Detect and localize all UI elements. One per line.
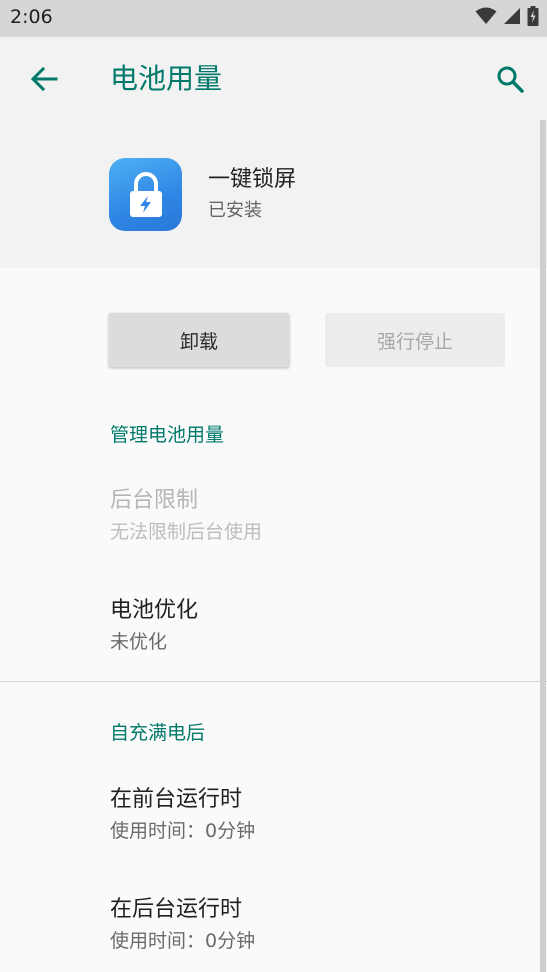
wifi-icon — [475, 7, 497, 29]
pref-summary: 未优化 — [110, 631, 168, 653]
scrollbar[interactable] — [540, 120, 546, 972]
pref-title: 在前台运行时 — [110, 787, 243, 812]
pref-summary: 无法限制后台使用 — [110, 521, 263, 543]
app-header: 电池用量 一键锁屏 已安装 — [0, 37, 547, 268]
pref-title: 在后台运行时 — [110, 897, 243, 922]
pref-battery-optimization[interactable]: 电池优化 未优化 — [0, 585, 537, 665]
search-button[interactable] — [488, 59, 532, 103]
pref-summary: 使用时间：0分钟 — [110, 930, 256, 952]
pref-summary: 使用时间：0分钟 — [110, 820, 256, 842]
page-title: 电池用量 — [110, 62, 223, 95]
back-button[interactable] — [22, 61, 66, 101]
app-install-status: 已安装 — [208, 200, 262, 221]
cellular-signal-icon — [503, 7, 521, 29]
pref-foreground-usage[interactable]: 在前台运行时 使用时间：0分钟 — [0, 774, 537, 854]
section-header-since-full-charge: 自充满电后 — [110, 722, 206, 744]
status-time: 2:06 — [10, 6, 53, 28]
uninstall-button[interactable]: 卸载 — [109, 313, 289, 367]
status-bar: 2:06 — [0, 0, 547, 37]
pref-title: 电池优化 — [110, 598, 199, 623]
arrow-back-icon — [30, 66, 58, 95]
lock-app-icon — [109, 158, 182, 231]
battery-charging-icon — [527, 6, 539, 30]
search-icon — [496, 65, 524, 97]
pref-background-restriction: 后台限制 无法限制后台使用 — [0, 475, 537, 555]
pref-background-usage[interactable]: 在后台运行时 使用时间：0分钟 — [0, 884, 537, 964]
section-header-manage-battery: 管理电池用量 — [110, 424, 225, 446]
pref-title: 后台限制 — [110, 488, 199, 513]
status-icons — [475, 6, 539, 30]
app-name: 一键锁屏 — [208, 167, 297, 192]
section-divider — [0, 681, 547, 682]
force-stop-button: 强行停止 — [325, 313, 505, 367]
